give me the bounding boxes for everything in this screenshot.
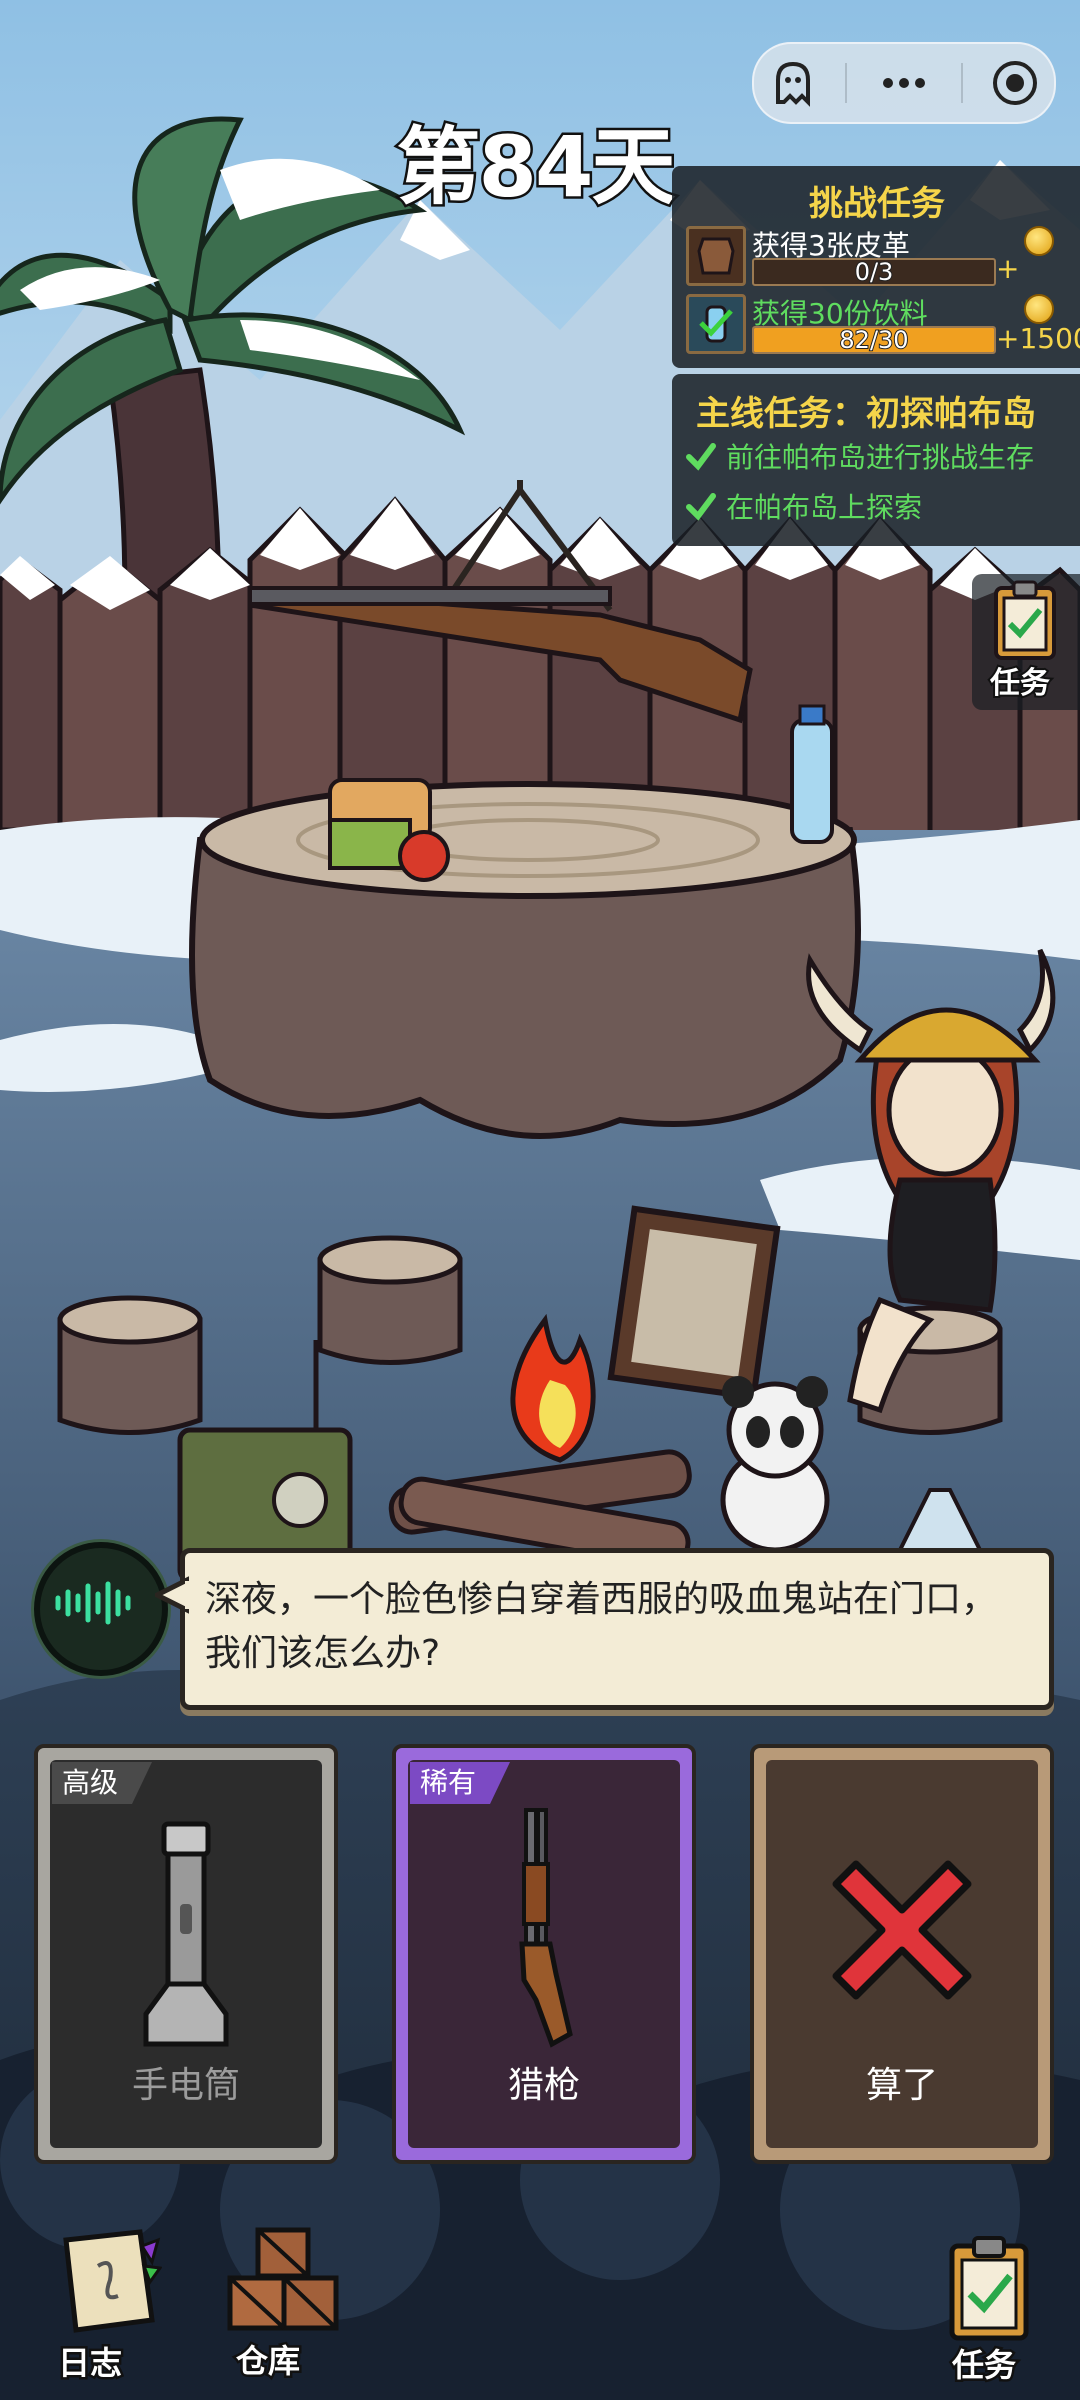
crates-icon bbox=[227, 2227, 339, 2331]
record-icon[interactable] bbox=[990, 58, 1040, 108]
flashlight-icon bbox=[143, 1821, 229, 2047]
nav-journal-label: 日志 bbox=[55, 2342, 124, 2385]
check-icon bbox=[686, 443, 716, 471]
coin-icon bbox=[1024, 226, 1054, 256]
ghost-icon[interactable] bbox=[768, 58, 818, 108]
challenge-title: 挑战任务 bbox=[809, 184, 945, 224]
main-quest-item: 前往帕布岛进行挑战生存 bbox=[686, 436, 1034, 476]
clipboard-icon bbox=[949, 2236, 1029, 2341]
progress-label: 82/30 bbox=[838, 326, 909, 354]
event-dialog: 深夜，一个脸色惨白穿着西服的吸血鬼站在门口，我们该怎么办? bbox=[155, 1548, 1054, 1710]
challenge-task-1-progress: 0/3 bbox=[752, 258, 996, 286]
more-icon[interactable] bbox=[874, 58, 934, 108]
day-counter: 第84天 bbox=[394, 116, 678, 219]
journal-icon bbox=[63, 2229, 162, 2333]
choice-card-shotgun[interactable]: 稀有 猎枪 bbox=[392, 1744, 696, 2164]
drink-icon bbox=[686, 294, 746, 354]
dialog-pointer bbox=[155, 1576, 189, 1614]
choice-card-flashlight[interactable]: 高级 手电筒 bbox=[34, 1744, 338, 2164]
nav-tasks-label: 任务 bbox=[949, 2344, 1018, 2387]
dialog-text: 深夜，一个脸色惨白穿着西服的吸血鬼站在门口，我们该怎么办? bbox=[205, 1579, 998, 1674]
side-task-label: 任务 bbox=[988, 664, 1052, 703]
challenge-task-2-reward: +1500 bbox=[996, 322, 1080, 355]
choice-name: 算了 bbox=[865, 2065, 938, 2106]
mini-program-capsule bbox=[752, 42, 1056, 124]
voice-button[interactable] bbox=[34, 1542, 168, 1676]
choice-name: 手电筒 bbox=[131, 2065, 240, 2106]
main-quest-item-label: 前往帕布岛进行挑战生存 bbox=[726, 441, 1035, 474]
main-quest-item: 在帕布岛上探索 bbox=[686, 486, 922, 526]
check-icon bbox=[686, 493, 716, 521]
soundwave-icon bbox=[55, 1581, 131, 1625]
challenge-task-panel[interactable]: 挑战任务 获得3张皮革 0/3 + 获得30份饮料 82/30 +1500 bbox=[672, 166, 1080, 368]
nav-warehouse-button[interactable]: 仓库 bbox=[214, 2224, 344, 2384]
cancel-x-icon bbox=[832, 1860, 972, 2000]
main-quest-item-label: 在帕布岛上探索 bbox=[726, 491, 923, 524]
shotgun-icon bbox=[519, 1808, 573, 2048]
leather-icon bbox=[686, 226, 746, 286]
progress-label: 0/3 bbox=[854, 258, 895, 286]
challenge-task-1-reward: + bbox=[996, 252, 1020, 285]
coin-icon bbox=[1024, 294, 1054, 324]
nav-journal-button[interactable]: 日志 bbox=[44, 2226, 164, 2386]
choice-name: 猎枪 bbox=[507, 2065, 580, 2106]
choice-card-give-up[interactable]: 算了 bbox=[750, 1744, 1054, 2164]
nav-tasks-button[interactable]: 任务 bbox=[938, 2234, 1058, 2387]
nav-warehouse-label: 仓库 bbox=[233, 2340, 302, 2383]
game-scene: 第84天 挑战任务 获得3张皮革 0/3 + 获得30份饮料 82/30 +15… bbox=[0, 0, 1080, 2400]
main-quest-panel[interactable]: 主线任务：初探帕布岛 前往帕布岛进行挑战生存 在帕布岛上探索 bbox=[672, 374, 1080, 546]
main-quest-title: 主线任务：初探帕布岛 bbox=[696, 394, 1036, 434]
capsule-divider bbox=[844, 63, 847, 103]
challenge-task-2-progress: 82/30 bbox=[752, 326, 996, 354]
clipboard-icon bbox=[994, 580, 1056, 660]
capsule-divider bbox=[961, 63, 964, 103]
side-task-button[interactable]: 任务 bbox=[972, 574, 1080, 710]
